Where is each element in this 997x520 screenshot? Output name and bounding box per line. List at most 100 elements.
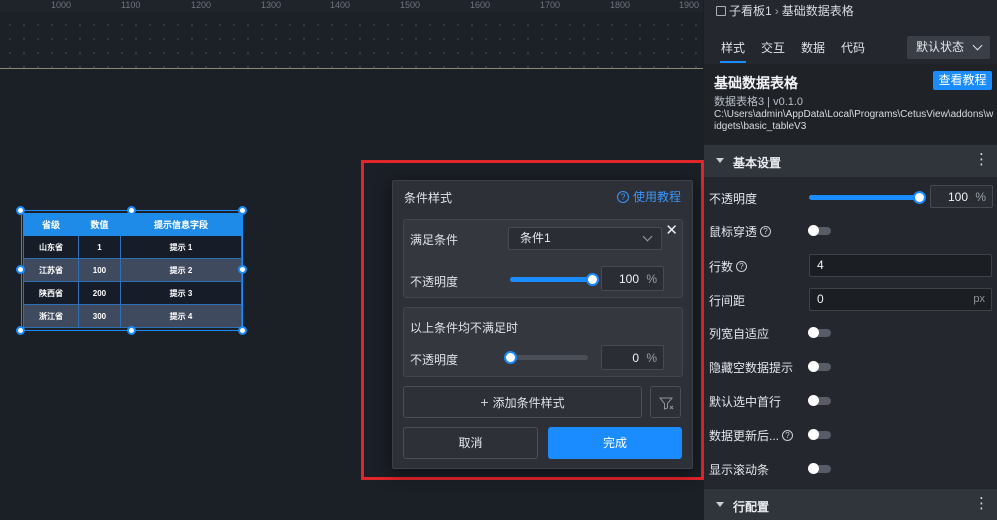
- panel-opacity-input[interactable]: 100 %: [930, 185, 993, 208]
- section-title: 基本设置: [733, 156, 782, 170]
- table-cell: 100: [78, 258, 121, 282]
- select-first-text: 默认选中首行: [709, 395, 782, 409]
- cancel-button[interactable]: 取消: [403, 427, 538, 459]
- opacity-setting-label: 不透明度: [709, 190, 757, 207]
- slider-fill: [510, 277, 592, 282]
- show-scrollbar-toggle[interactable]: [808, 463, 831, 474]
- question-icon[interactable]: ?: [782, 430, 794, 441]
- toggle-knob: [808, 429, 819, 440]
- section-row-config[interactable]: 行配置 ⋮: [704, 489, 997, 520]
- resize-handle-top[interactable]: [127, 206, 136, 215]
- fallback-opacity-slider[interactable]: [504, 351, 588, 364]
- row-count-label: 行数 ?: [709, 258, 748, 275]
- show-scrollbar-text: 显示滚动条: [709, 463, 770, 477]
- table-cell: 陕西省: [22, 281, 80, 305]
- slider-knob[interactable]: [504, 351, 517, 364]
- data-table: 省级 数值 提示信息字段 山东省 1 提示 1 江苏省 100 提示 2 陕西省…: [22, 213, 243, 328]
- widget-info: 基础数据表格 数据表格3 | v0.1.0 C:\Users\admin\App…: [704, 64, 997, 144]
- plus-icon: +: [480, 394, 489, 410]
- resize-handle-top-right[interactable]: [238, 206, 247, 215]
- table-cell: 提示 1: [119, 235, 243, 259]
- opacity-input[interactable]: 100 %: [601, 266, 664, 291]
- close-icon[interactable]: ✕: [665, 221, 678, 239]
- mouse-through-label: 鼠标穿透 ?: [709, 223, 772, 240]
- condition-select[interactable]: 条件1: [508, 227, 662, 250]
- ruler-tick: 1600: [470, 0, 491, 10]
- toggle-knob: [808, 361, 819, 372]
- show-scrollbar-label: 显示滚动条: [709, 461, 769, 478]
- active-tab-indicator: [720, 61, 746, 63]
- table-cell: 200: [78, 281, 121, 305]
- resize-handle-right[interactable]: [238, 265, 247, 274]
- dialog-title: 条件样式: [404, 191, 453, 205]
- view-tutorial-button[interactable]: 查看教程: [933, 71, 992, 90]
- ruler-tick: 1300: [261, 0, 282, 10]
- more-vertical-icon[interactable]: ⋮: [974, 152, 989, 167]
- row-spacing-text: 行间距: [709, 294, 746, 308]
- opacity-setting-text: 不透明度: [709, 192, 758, 206]
- table-row: 陕西省 200 提示 3: [22, 281, 243, 305]
- resize-handle-bottom-right[interactable]: [238, 326, 247, 335]
- data-update-text: 数据更新后...: [709, 429, 780, 443]
- slider-fill: [809, 195, 917, 200]
- tab-data[interactable]: 数据: [801, 39, 825, 56]
- resize-handle-top-left[interactable]: [16, 206, 25, 215]
- ruler-tick: 1900: [679, 0, 700, 10]
- panel-tabs: 样式 交互 数据 代码 默认状态: [704, 32, 997, 64]
- data-update-toggle[interactable]: [808, 429, 831, 440]
- ruler-tick: 1700: [540, 0, 561, 10]
- hide-empty-label: 隐藏空数据提示: [709, 359, 793, 376]
- table-widget[interactable]: 省级 数值 提示信息字段 山东省 1 提示 1 江苏省 100 提示 2 陕西省…: [21, 210, 243, 331]
- select-first-toggle[interactable]: [808, 395, 831, 406]
- state-select[interactable]: 默认状态: [907, 36, 990, 59]
- resize-handle-bottom[interactable]: [127, 326, 136, 335]
- fallback-title: 以上条件均不满足时: [410, 321, 519, 335]
- col-autofit-label: 列宽自适应: [709, 325, 769, 342]
- fallback-opacity-input[interactable]: 0 %: [601, 345, 664, 370]
- chevron-down-icon: [972, 40, 983, 51]
- tab-style[interactable]: 样式: [721, 39, 745, 56]
- table-row: 山东省 1 提示 1: [22, 235, 243, 259]
- slider-knob[interactable]: [913, 191, 926, 204]
- table-header-cell: 数值: [78, 213, 121, 236]
- confirm-button[interactable]: 完成: [548, 427, 682, 459]
- resize-handle-bottom-left[interactable]: [16, 326, 25, 335]
- table-cell: 300: [78, 304, 121, 328]
- opacity-unit: %: [646, 272, 657, 286]
- hide-empty-toggle[interactable]: [808, 361, 831, 372]
- help-link[interactable]: ? 使用教程: [616, 188, 681, 205]
- add-condition-button[interactable]: + 添加条件样式: [403, 386, 642, 418]
- select-first-label: 默认选中首行: [709, 393, 781, 410]
- col-autofit-text: 列宽自适应: [709, 327, 770, 341]
- question-icon[interactable]: ?: [760, 226, 772, 237]
- more-vertical-icon[interactable]: ⋮: [974, 496, 989, 511]
- opacity-slider[interactable]: [510, 273, 599, 286]
- table-header-cell: 省级: [22, 213, 80, 236]
- table-cell: 山东省: [22, 235, 80, 259]
- condition-card: 满足条件 条件1 ✕ 不透明度 100 %: [403, 219, 683, 298]
- property-panel: 子看板1 › 基础数据表格 样式 交互 数据 代码 默认状态 基础数据表格 数据…: [704, 0, 997, 520]
- mouse-through-toggle[interactable]: [808, 225, 831, 236]
- section-basic-settings[interactable]: 基本设置 ⋮: [704, 145, 997, 177]
- panel-opacity-value: 100: [947, 190, 968, 204]
- row-spacing-input[interactable]: 0 px: [809, 288, 992, 311]
- table-cell: 提示 4: [119, 304, 243, 328]
- tab-code[interactable]: 代码: [841, 39, 865, 56]
- horizontal-ruler: 1000 1100 1200 1300 1400 1500 1600 1700 …: [0, 0, 703, 12]
- toggle-knob: [808, 463, 819, 474]
- breadcrumb-parent[interactable]: 子看板1: [729, 2, 772, 19]
- section-title: 行配置: [733, 500, 770, 514]
- question-icon[interactable]: ?: [736, 261, 748, 272]
- col-autofit-toggle[interactable]: [808, 327, 831, 338]
- row-count-input[interactable]: 4: [809, 254, 992, 277]
- slider-knob[interactable]: [586, 273, 599, 286]
- panel-opacity-slider[interactable]: [809, 191, 926, 204]
- canvas-grid-area[interactable]: [0, 12, 703, 69]
- resize-handle-left[interactable]: [16, 265, 25, 274]
- tab-interaction[interactable]: 交互: [761, 39, 785, 56]
- row-spacing-unit: px: [973, 293, 985, 305]
- table-cell: 1: [78, 235, 121, 259]
- help-link-label: 使用教程: [632, 190, 681, 204]
- filter-button[interactable]: [650, 386, 681, 418]
- widget-version: 数据表格3 | v0.1.0: [714, 96, 804, 108]
